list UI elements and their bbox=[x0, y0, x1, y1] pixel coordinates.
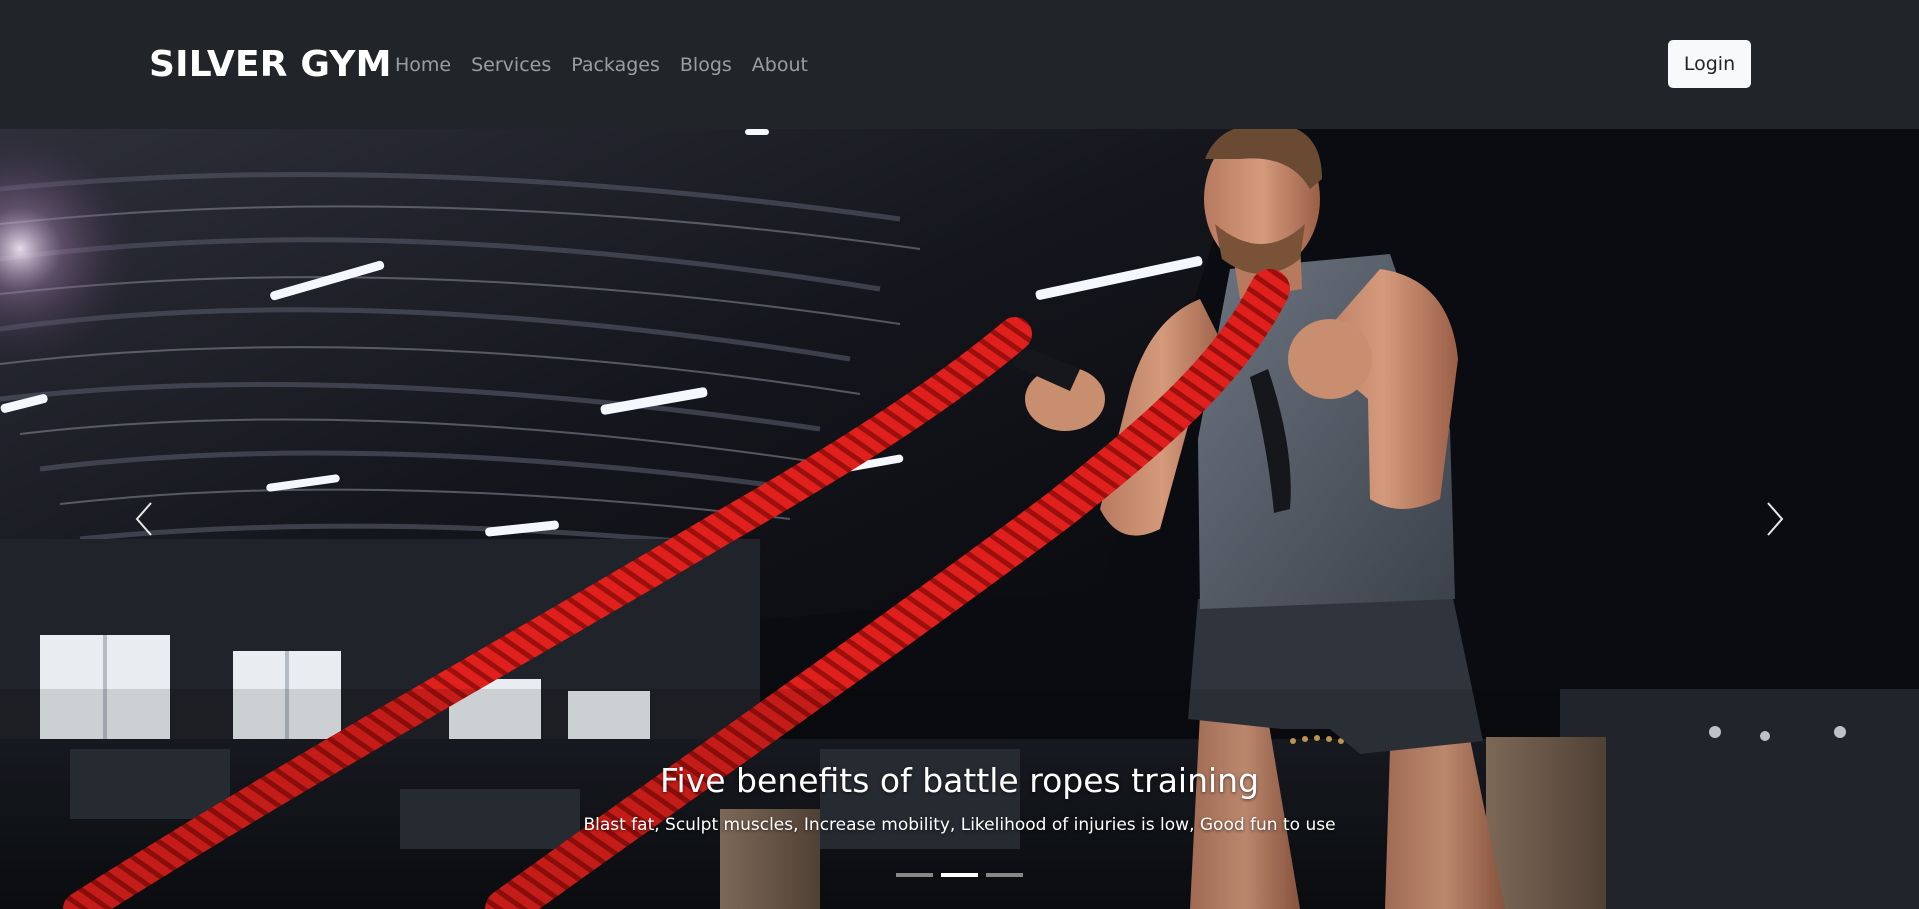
slide-caption-text: Blast fat, Sculpt muscles, Increase mobi… bbox=[583, 815, 1336, 835]
login-button[interactable]: Login bbox=[1668, 40, 1751, 88]
carousel-indicator-2[interactable] bbox=[941, 873, 978, 877]
chevron-right-icon bbox=[1767, 502, 1784, 536]
nav-link-services[interactable]: Services bbox=[471, 54, 551, 76]
nav-link-home[interactable]: Home bbox=[395, 54, 451, 76]
carousel-indicator-1[interactable] bbox=[896, 873, 933, 877]
navbar: SILVER GYM Home Services Packages Blogs … bbox=[0, 0, 1919, 129]
carousel-indicator-3[interactable] bbox=[986, 873, 1023, 877]
slide-caption-title: Five benefits of battle ropes training bbox=[659, 761, 1260, 800]
carousel-indicators bbox=[0, 873, 1919, 877]
nav-link-packages[interactable]: Packages bbox=[571, 54, 660, 76]
nav-link-blogs[interactable]: Blogs bbox=[680, 54, 732, 76]
chevron-left-icon bbox=[135, 502, 152, 536]
nav-link-about[interactable]: About bbox=[752, 54, 808, 76]
brand-logo[interactable]: SILVER GYM bbox=[149, 42, 392, 88]
hero-carousel: Five benefits of battle ropes training B… bbox=[0, 129, 1919, 909]
nav-links: Home Services Packages Blogs About bbox=[395, 50, 828, 80]
